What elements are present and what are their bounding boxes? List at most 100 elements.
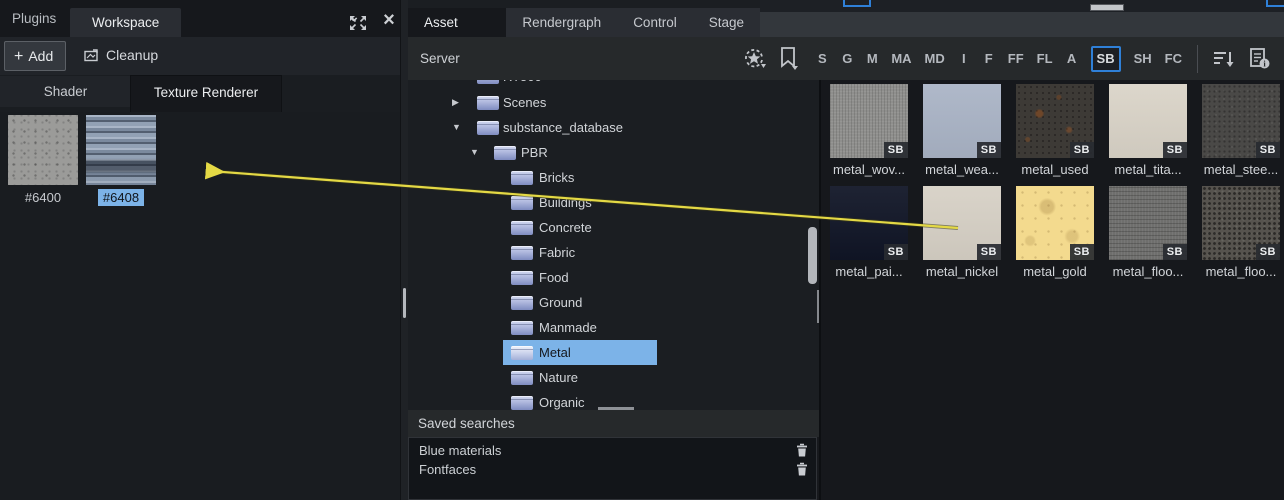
texture-renderer-content: #6400 #6408 — [0, 112, 400, 500]
filter-button-ma[interactable]: MA — [891, 50, 911, 68]
asset-thumbnail: SB — [1202, 84, 1280, 158]
saved-searches-header: Saved searches — [408, 410, 819, 437]
tree-item-manmade[interactable]: Manmade — [408, 315, 808, 340]
tab-texture-renderer[interactable]: Texture Renderer — [131, 76, 281, 112]
asset-card[interactable]: SBmetal_tita... — [1109, 84, 1187, 177]
filter-button-fc[interactable]: FC — [1165, 50, 1182, 68]
tree-item-substance-database[interactable]: ▼substance_database — [408, 115, 808, 140]
folder-icon — [511, 196, 533, 210]
filter-button-fl[interactable]: FL — [1037, 50, 1053, 68]
tree-item-scenes[interactable]: ▶Scenes — [408, 90, 808, 115]
tab-rendergraph[interactable]: Rendergraph — [506, 8, 617, 37]
folder-icon — [494, 146, 516, 160]
saved-search-item[interactable]: Blue materials — [409, 441, 816, 460]
cleanup-button[interactable]: Cleanup — [76, 41, 166, 69]
tree-item-label: Metal — [539, 340, 571, 365]
tree-item-ground[interactable]: Ground — [408, 290, 808, 315]
substance-badge: SB — [884, 142, 908, 158]
add-button[interactable]: +Add — [4, 41, 66, 71]
center-panel-tabbar: Asset View Rendergraph Control Stage — [408, 8, 760, 37]
filter-button-sb[interactable]: SB — [1091, 46, 1121, 72]
trash-icon[interactable] — [796, 462, 808, 476]
top-strip-right — [760, 0, 1284, 12]
tab-shader[interactable]: Shader — [0, 76, 131, 107]
tab-control[interactable]: Control — [617, 8, 693, 37]
document-info-icon[interactable]: i — [1248, 47, 1270, 70]
filter-button-a[interactable]: A — [1066, 50, 1078, 68]
refresh-favorites-icon[interactable] — [742, 47, 766, 71]
asset-card[interactable]: SBmetal_floo... — [1202, 186, 1280, 279]
trash-icon[interactable] — [796, 443, 808, 457]
asset-thumbnail: SB — [1016, 84, 1094, 158]
asset-thumbnail: SB — [1109, 84, 1187, 158]
tree-item-label: Organic — [539, 390, 585, 410]
close-panel-icon[interactable]: × — [379, 7, 399, 33]
asset-card[interactable]: SBmetal_stee... — [1202, 84, 1280, 177]
toolbar-separator — [1197, 45, 1198, 73]
left-panel-subtabs: Shader Texture Renderer — [0, 75, 400, 112]
asset-label: metal_wea... — [923, 162, 1001, 177]
tree-item-bricks[interactable]: Bricks — [408, 165, 808, 190]
tree-item-food[interactable]: Food — [408, 265, 808, 290]
tree-item-nature[interactable]: Nature — [408, 365, 808, 390]
tree-item-metal[interactable]: Metal — [408, 340, 808, 365]
filter-button-i[interactable]: I — [958, 50, 970, 68]
asset-card[interactable]: SBmetal_pai... — [830, 186, 908, 279]
tree-item-pbr[interactable]: ▼ PBR — [408, 140, 808, 165]
splitter-handle[interactable] — [403, 288, 406, 318]
top-strip — [408, 0, 760, 8]
filter-button-g[interactable]: G — [841, 50, 853, 68]
tree-item-label: Nature — [539, 365, 578, 390]
folder-icon — [511, 221, 533, 235]
asset-label: metal_nickel — [923, 264, 1001, 279]
tree-item-buildings[interactable]: Buildings — [408, 190, 808, 215]
texture-label: #6400 — [8, 190, 78, 205]
texture-id[interactable]: #6408 — [98, 189, 144, 206]
saved-search-item[interactable]: Fontfaces — [409, 460, 816, 479]
tree-item-label: Bricks — [539, 165, 574, 190]
asset-card[interactable]: SB metal_wea... — [923, 84, 1001, 177]
tree-expander-icon[interactable]: ▼ — [470, 140, 479, 165]
tree-expander-icon[interactable]: ▶ — [452, 90, 459, 115]
tab-asset-view[interactable]: Asset View — [408, 8, 506, 37]
application-window: Plugins Workspace × +Add — [0, 0, 1284, 500]
folder-icon — [477, 80, 499, 84]
asset-card[interactable]: SBmetal_nickel — [923, 186, 1001, 279]
bookmark-icon[interactable] — [779, 47, 799, 70]
folder-icon — [511, 321, 533, 335]
filter-button-sh[interactable]: SH — [1134, 50, 1152, 68]
substance-badge: SB — [1256, 244, 1280, 260]
tree-item-rt500[interactable]: RT500 — [408, 80, 808, 89]
folder-icon — [477, 121, 499, 135]
tree-item-concrete[interactable]: Concrete — [408, 215, 808, 240]
asset-thumbnail: SB — [830, 84, 908, 158]
tree-item-label: PBR — [521, 140, 548, 165]
splitter-handle-top[interactable] — [1090, 4, 1124, 11]
tree-item-fabric[interactable]: Fabric — [408, 240, 808, 265]
asset-label: metal_floo... — [1109, 264, 1187, 279]
tab-plugins[interactable]: Plugins — [0, 0, 68, 37]
tab-stage[interactable]: Stage — [693, 8, 760, 37]
tree-scrollbar-thumb[interactable] — [808, 227, 817, 284]
texture-thumbnail[interactable] — [86, 115, 156, 185]
filter-button-f[interactable]: F — [983, 50, 995, 68]
sort-icon[interactable] — [1213, 49, 1235, 69]
expand-panel-icon[interactable] — [349, 15, 367, 31]
asset-thumbnail: SB — [923, 84, 1001, 158]
filter-button-m[interactable]: M — [866, 50, 878, 68]
filter-button-ff[interactable]: FF — [1008, 50, 1024, 68]
tree-item-label: Manmade — [539, 315, 597, 340]
tab-workspace[interactable]: Workspace — [70, 8, 181, 37]
asset-card[interactable]: SBmetal_used — [1016, 84, 1094, 177]
server-label: Server — [420, 37, 460, 80]
filter-button-md[interactable]: MD — [925, 50, 945, 68]
asset-card[interactable]: SBmetal_floo... — [1109, 186, 1187, 279]
substance-badge: SB — [884, 244, 908, 260]
filter-button-s[interactable]: S — [816, 50, 828, 68]
asset-card[interactable]: SBmetal_wov... — [830, 84, 908, 177]
left-panel-tabbar: Plugins Workspace × — [0, 0, 400, 37]
asset-card[interactable]: SBmetal_gold — [1016, 186, 1094, 279]
texture-thumbnail[interactable] — [8, 115, 78, 185]
tree-expander-icon[interactable]: ▼ — [452, 115, 461, 140]
tree-item-label: Concrete — [539, 215, 592, 240]
